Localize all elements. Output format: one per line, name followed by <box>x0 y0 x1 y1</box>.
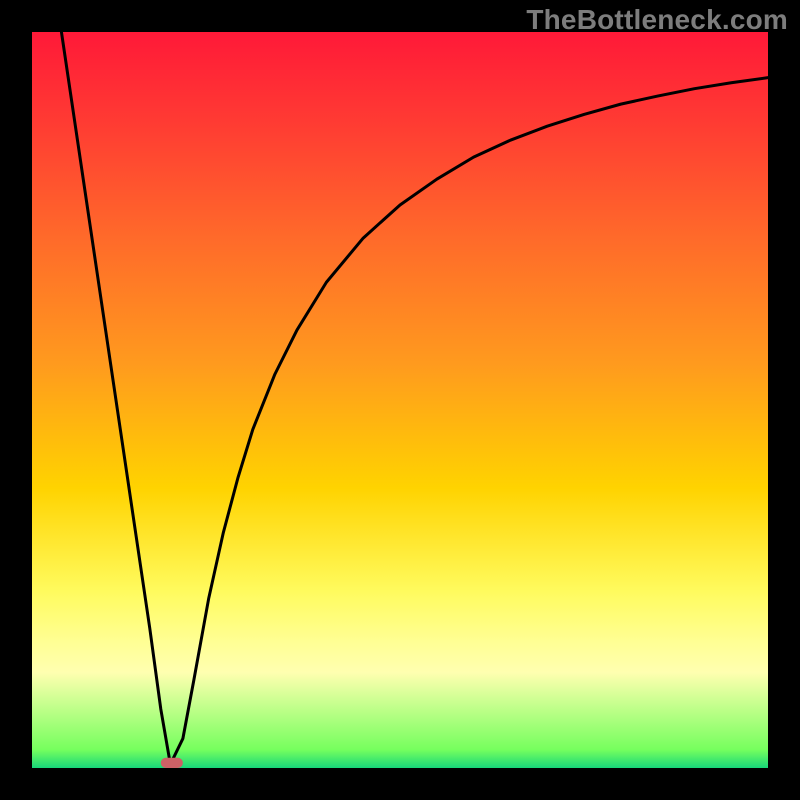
chart-container: TheBottleneck.com <box>0 0 800 800</box>
bottleneck-chart <box>0 0 800 800</box>
optimal-marker <box>161 758 183 768</box>
chart-background-gradient <box>32 32 768 768</box>
watermark-label: TheBottleneck.com <box>526 4 788 36</box>
plot-area <box>0 0 800 800</box>
